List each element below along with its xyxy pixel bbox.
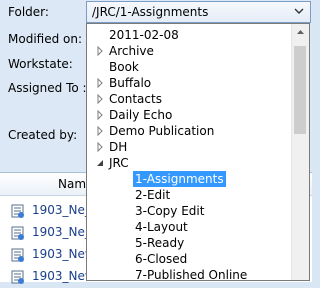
- folder-tree-popup: 2011-02-08 Archive Book Buffalo Contacts Dail…: [86, 23, 310, 281]
- folder-label: Folder:: [8, 5, 49, 19]
- folder-tree-item-label: JRC: [109, 156, 129, 170]
- workstate-label: Workstate:: [8, 57, 73, 71]
- document-link-icon: [11, 270, 24, 284]
- folder-tree-item-label: Buffalo: [109, 76, 152, 90]
- created-by-label: Created by:: [8, 128, 78, 142]
- expand-triangle-icon[interactable]: [95, 78, 105, 88]
- folder-tree-item-label: DH: [109, 140, 128, 154]
- folder-tree-item-label: Contacts: [109, 92, 162, 106]
- modified-on-label: Modified on:: [8, 32, 83, 46]
- expand-triangle-icon[interactable]: [95, 94, 105, 104]
- folder-tree-item-label: 4-Layout: [135, 220, 188, 234]
- collapse-triangle-icon[interactable]: [95, 158, 105, 168]
- document-link-icon: [11, 248, 24, 262]
- folder-tree-item-label: Book: [109, 60, 139, 74]
- folder-tree-item-label: 2011-02-08: [109, 28, 179, 42]
- expand-triangle-icon[interactable]: [95, 126, 105, 136]
- document-link-icon: [11, 226, 24, 240]
- folder-tree-item-label: 3-Copy Edit: [135, 204, 205, 218]
- scroll-thumb[interactable]: [294, 46, 306, 134]
- folder-dropdown[interactable]: /JRC/1-Assignments: [86, 1, 311, 23]
- vertical-scrollbar[interactable]: [291, 24, 309, 280]
- folder-tree-item-label: 7-Published Online: [135, 268, 248, 281]
- expand-triangle-icon[interactable]: [95, 142, 105, 152]
- folder-tree-item-label: 6-Closed: [135, 252, 188, 266]
- chevron-down-icon[interactable]: [294, 6, 304, 16]
- folder-tree-item-label: 1-Assignments: [133, 171, 226, 187]
- expand-triangle-icon[interactable]: [95, 110, 105, 120]
- folder-tree-item-label: 2-Edit: [135, 188, 171, 202]
- folder-tree-item-label: 5-Ready: [135, 236, 185, 250]
- document-link-icon: [11, 204, 24, 218]
- folder-tree-item-label: Daily Echo: [109, 108, 173, 122]
- folder-tree-item-label: Demo Publication: [109, 124, 215, 138]
- expand-triangle-icon[interactable]: [95, 46, 105, 56]
- assigned-to-label: Assigned To :: [8, 81, 87, 95]
- folder-tree-item-label: Archive: [109, 44, 154, 58]
- folder-dropdown-value: /JRC/1-Assignments: [92, 5, 209, 19]
- scroll-up-arrow-icon[interactable]: [292, 24, 309, 41]
